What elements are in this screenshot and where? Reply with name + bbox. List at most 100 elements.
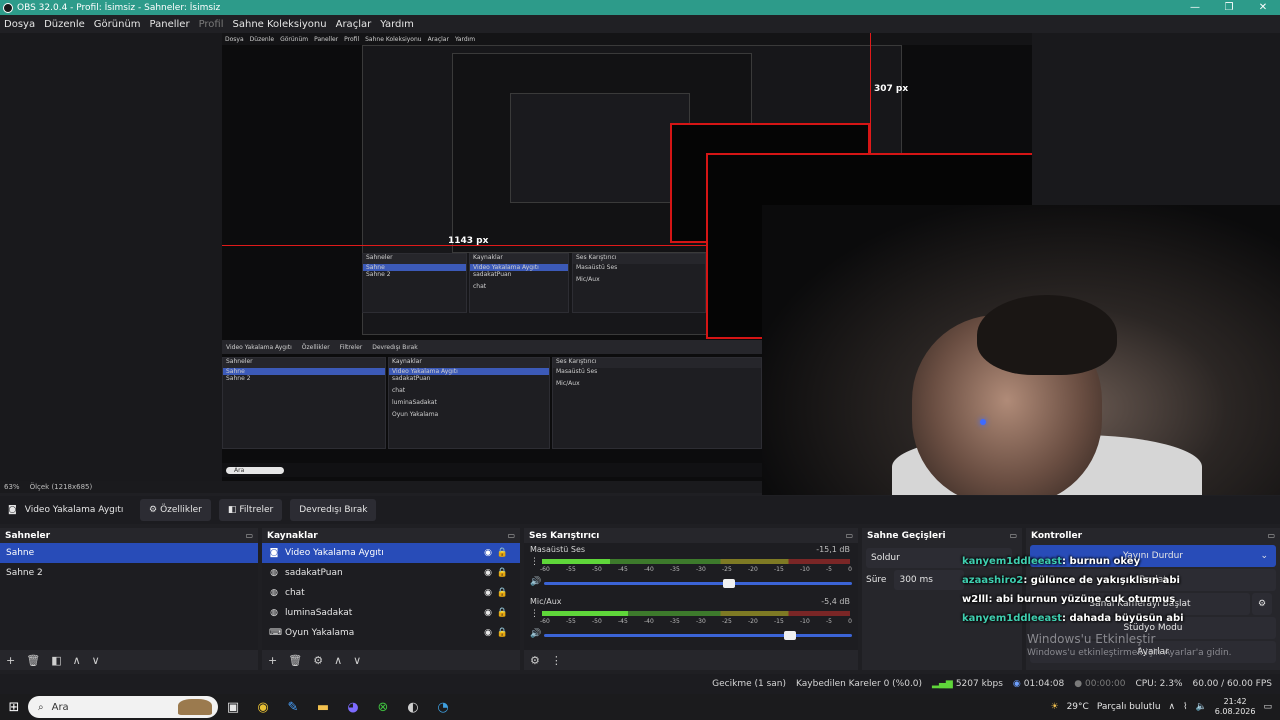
visibility-eye-icon[interactable]: ◉ [484,548,492,558]
chat-message: : gülünce de yakışıklısın abi [1023,575,1180,586]
menu-gorunum[interactable]: Görünüm [94,19,141,30]
obs-icon[interactable]: ◐ [398,700,428,715]
chevron-down-icon[interactable]: ⌄ [1260,551,1268,561]
source-item-video-capture[interactable]: ◙ Video Yakalama Aygıtı ◉ 🔒 [262,543,520,563]
undock-icon[interactable]: ▭ [1009,531,1017,540]
remove-scene-icon[interactable]: 🗑 [26,654,40,667]
edge-icon[interactable]: ◔ [428,700,458,715]
move-up-icon[interactable]: ∧ [73,654,81,667]
source-item-sadakatpuan[interactable]: ◍ sadakatPuan ◉ 🔒 [262,563,520,583]
zoom-level[interactable]: 63% [4,483,20,491]
scene-item-sahne[interactable]: Sahne [0,543,258,563]
undock-icon[interactable]: ▭ [845,531,853,540]
meter-scale-tick: 0 [848,566,852,573]
file-explorer-icon[interactable]: ▬ [308,700,338,715]
undock-icon[interactable]: ▭ [1267,531,1275,540]
visibility-eye-icon[interactable]: ◉ [484,588,492,598]
meter-scale-tick: -40 [644,618,654,625]
source-item-luminasadakat[interactable]: ◍ luminaSadakat ◉ 🔒 [262,603,520,623]
nested-menu-item: Sahne Koleksiyonu [365,35,422,43]
move-up-icon[interactable]: ∧ [334,654,342,667]
speaker-icon[interactable]: 🔊 [530,577,541,587]
lock-icon[interactable]: 🔒 [497,588,508,598]
weather-temp[interactable]: 29°C [1067,702,1089,712]
obs-status-bar: Gecikme (1 san) Kaybedilen Kareler 0 (%0… [0,674,1280,694]
source-properties-icon[interactable]: ⚙ [313,654,323,667]
mixer-menu-icon[interactable]: ⋮ [551,654,562,667]
lock-icon[interactable]: 🔒 [497,628,508,638]
channel-menu-icon[interactable]: ⋮ [530,609,539,619]
meter-scale-tick: -40 [644,566,654,573]
properties-button[interactable]: ⚙ Özellikler [140,499,211,521]
channel-db: -15,1 dB [816,545,850,554]
sources-title: Kaynaklar [267,530,318,541]
meter-scale-tick: -15 [774,618,784,625]
filters-button[interactable]: ◧ Filtreler [218,499,283,521]
taskbar-search[interactable]: ⌕ Ara [28,696,218,718]
menu-duzenle[interactable]: Düzenle [44,19,85,30]
clock[interactable]: 21:42 6.08.2026 [1215,697,1256,717]
undock-icon[interactable]: ▭ [507,531,515,540]
app-icon[interactable]: ✎ [278,700,308,715]
lock-icon[interactable]: 🔒 [497,608,508,618]
advanced-audio-icon[interactable]: ⚙ [530,654,540,667]
volume-slider-knob[interactable] [784,631,797,640]
weather-icon[interactable]: ☀ [1050,702,1058,712]
minimize-icon[interactable]: — [1178,2,1212,13]
speaker-icon[interactable]: 🔊 [530,629,541,639]
menu-dosya[interactable]: Dosya [4,19,35,30]
xbox-icon[interactable]: ⊗ [368,700,398,715]
scene-item-sahne-2[interactable]: Sahne 2 [0,563,258,583]
nested-context-bar: Video Yakalama Aygıtı Özellikler Filtrel… [222,340,762,354]
restore-icon[interactable]: ❐ [1212,2,1246,13]
scenes-list: Sahne Sahne 2 [0,543,258,650]
meter-scale-tick: -60 [540,566,550,573]
source-item-game-capture[interactable]: ⌨ Oyun Yakalama ◉ 🔒 [262,623,520,643]
discord-icon[interactable]: ◕ [338,700,368,715]
source-label: Oyun Yakalama [285,628,355,638]
mixer-dock-title: Ses Karıştırıcı ▭ [524,528,858,543]
remove-source-icon[interactable]: 🗑 [288,654,302,667]
notifications-icon[interactable]: ▭ [1263,702,1272,712]
lock-icon[interactable]: 🔒 [497,568,508,578]
meter-scale-tick: -30 [696,618,706,625]
task-view-icon[interactable]: ▣ [218,700,248,715]
tray-chevron-icon[interactable]: ∧ [1169,702,1176,712]
volume-slider[interactable] [544,579,852,588]
nested-menu-item: Paneller [314,35,339,43]
volume-slider-knob[interactable] [722,579,735,588]
webcam-source[interactable] [762,205,1280,495]
duration-input[interactable]: 300 ms [894,570,965,590]
network-icon[interactable]: ⌇ [1183,702,1187,712]
close-icon[interactable]: ✕ [1246,2,1280,13]
add-scene-icon[interactable]: + [6,654,15,667]
lock-icon[interactable]: 🔒 [497,548,508,558]
transitions-title: Sahne Geçişleri [867,530,946,541]
scene-filters-icon[interactable]: ◧ [51,654,61,667]
volume-icon[interactable]: 🔈 [1196,702,1207,712]
menu-araclar[interactable]: Araçlar [336,19,372,30]
menu-paneller[interactable]: Paneller [150,19,190,30]
visibility-eye-icon[interactable]: ◉ [484,608,492,618]
menu-sahne-koleksiyonu[interactable]: Sahne Koleksiyonu [233,19,327,30]
chrome-icon[interactable]: ◉ [248,700,278,715]
source-item-chat[interactable]: ◍ chat ◉ 🔒 [262,583,520,603]
move-down-icon[interactable]: ∨ [92,654,100,667]
add-source-icon[interactable]: + [268,654,277,667]
nested-mixer-title: Ses Karıştırıcı [573,254,705,264]
weather-text[interactable]: Parçalı bulutlu [1097,702,1161,712]
preview-area[interactable]: Dosya Düzenle Görünüm Paneller Profil Sa… [0,33,1280,495]
volume-slider[interactable] [544,631,852,640]
measure-label-height: 307 px [874,84,909,94]
visibility-eye-icon[interactable]: ◉ [484,628,492,638]
globe-icon: ◍ [270,608,278,618]
gear-icon[interactable]: ⚙ [1252,593,1272,615]
menu-yardim[interactable]: Yardım [380,19,414,30]
windows-start-icon[interactable]: ⊞ [0,700,28,715]
channel-menu-icon[interactable]: ⋮ [530,557,539,567]
deactivate-button[interactable]: Devredışı Bırak [290,499,377,521]
undock-icon[interactable]: ▭ [245,531,253,540]
move-down-icon[interactable]: ∨ [353,654,361,667]
visibility-eye-icon[interactable]: ◉ [484,568,492,578]
meter-level [542,611,629,616]
